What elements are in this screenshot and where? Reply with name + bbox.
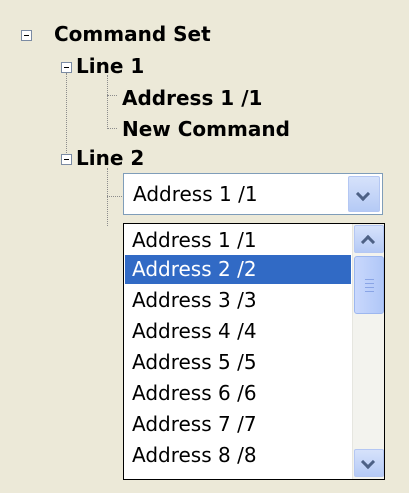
tree-line	[107, 196, 122, 197]
grip-line	[365, 279, 374, 280]
tree-line	[107, 75, 108, 129]
tree-node-line-2[interactable]: Line 2	[76, 146, 144, 170]
tree-node-line-1[interactable]: Line 1	[76, 54, 144, 78]
tree-line	[107, 168, 108, 226]
scroll-up-button[interactable]	[354, 225, 384, 253]
list-item[interactable]: Address 5 /5	[125, 348, 351, 377]
list-item-selected[interactable]: Address 2 /2	[125, 255, 351, 284]
dropdown-list[interactable]: Address 1 /1 Address 2 /2 Address 3 /3 A…	[123, 223, 385, 480]
list-item[interactable]: Address 3 /3	[125, 286, 351, 315]
tree-line	[66, 73, 67, 155]
address-combobox[interactable]: Address 1 /1	[123, 173, 383, 215]
grip-line	[365, 291, 374, 292]
grip-line	[365, 287, 374, 288]
grip-line	[365, 283, 374, 284]
tree-line	[107, 95, 117, 96]
scroll-down-button[interactable]	[354, 449, 384, 477]
scrollbar-thumb[interactable]	[354, 256, 384, 314]
tree-node-address-1[interactable]: Address 1 /1	[122, 86, 262, 110]
list-item[interactable]: Address 8 /8	[125, 441, 351, 470]
tree-line	[107, 128, 117, 129]
panel-edge	[409, 0, 419, 493]
list-item[interactable]: Address 4 /4	[125, 317, 351, 346]
chevron-down-icon	[360, 454, 376, 470]
list-item[interactable]: Address 7 /7	[125, 410, 351, 439]
minus-box-icon[interactable]	[21, 30, 32, 41]
combobox-value: Address 1 /1	[133, 182, 258, 206]
list-item[interactable]: Address 6 /6	[125, 379, 351, 408]
tree-panel: Command Set Line 1 Address 1 /1 New Comm…	[0, 0, 412, 493]
tree-node-new-command[interactable]: New Command	[122, 117, 290, 141]
chevron-up-icon	[360, 234, 376, 250]
dropdown-button[interactable]	[348, 176, 380, 212]
vertical-scrollbar[interactable]	[352, 224, 384, 479]
tree-node-command-set[interactable]: Command Set	[54, 22, 211, 46]
minus-box-icon[interactable]	[61, 62, 72, 73]
list-item[interactable]: Address 1 /1	[125, 226, 351, 255]
chevron-down-icon	[355, 186, 371, 202]
minus-box-icon[interactable]	[61, 154, 72, 165]
